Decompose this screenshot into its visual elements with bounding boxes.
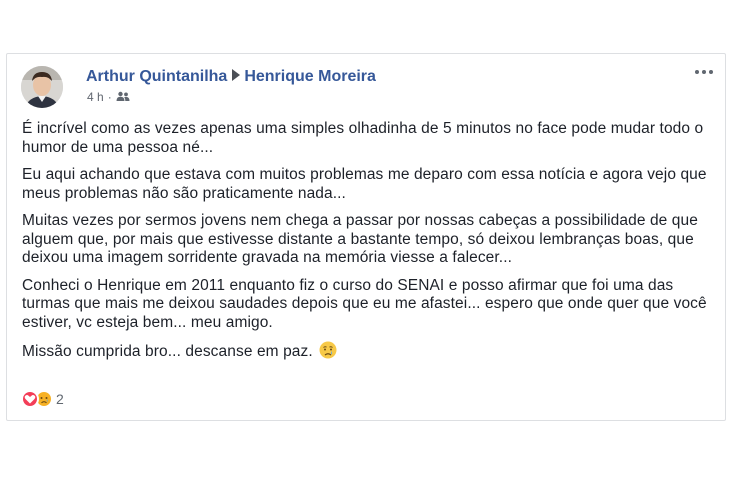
post-paragraph-1: É incrível como as vezes apenas uma simp… [22, 120, 704, 156]
meta-separator: · [107, 90, 112, 104]
post-paragraph-3: Muitas vezes por sermos jovens nem chega… [22, 212, 698, 266]
avatar-photo [21, 66, 63, 108]
reactions-summary[interactable]: 2 [21, 390, 64, 408]
love-reaction-icon [21, 390, 39, 408]
author-name[interactable]: Arthur Quintanilha [86, 68, 227, 86]
recipient-name[interactable]: Henrique Moreira [244, 68, 376, 86]
author-avatar[interactable] [21, 66, 63, 108]
reaction-count: 2 [56, 391, 64, 407]
post-card: Arthur Quintanilha Henrique Moreira 4 h … [6, 53, 726, 421]
friends-icon[interactable] [116, 90, 130, 104]
crying-face-icon [319, 341, 337, 365]
post-last-line: Missão cumprida bro... descanse em paz. [22, 343, 313, 360]
post-timestamp[interactable]: 4 h [87, 90, 104, 104]
post-paragraph-4: Conheci o Henrique em 2011 enquanto fiz … [22, 276, 707, 331]
triangle-right-icon [232, 68, 241, 86]
post-meta: 4 h · [87, 90, 130, 104]
post-paragraph-5: Missão cumprida bro... descanse em paz. [22, 341, 712, 365]
post-paragraph-2: Eu aqui achando que estava com muitos pr… [22, 166, 707, 202]
more-options-icon[interactable] [695, 70, 713, 74]
post-header-names: Arthur Quintanilha Henrique Moreira [86, 68, 376, 86]
post-message: É incrível como as vezes apenas uma simp… [22, 120, 712, 374]
